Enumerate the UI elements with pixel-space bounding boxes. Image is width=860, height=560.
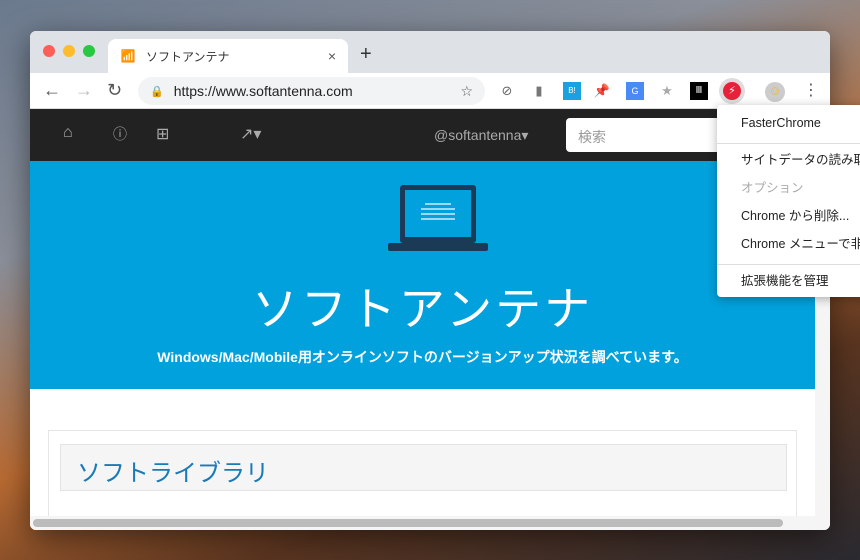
hero-banner: ソフトアンテナ Windows/Mac/Mobile用オンラインソフトのバージョ…: [30, 161, 815, 389]
antenna-favicon-icon: 📶: [120, 49, 136, 63]
block-extension-icon[interactable]: ⊘: [498, 82, 516, 100]
fasterchrome-extension-button[interactable]: ⚡: [719, 78, 745, 104]
profile-avatar[interactable]: ☺: [765, 82, 785, 102]
pin-extension-icon[interactable]: 📌: [593, 82, 611, 100]
home-icon[interactable]: ⌂: [63, 124, 73, 142]
menu-item-options: オプション: [741, 181, 804, 195]
star-extension-icon[interactable]: ★: [658, 82, 676, 100]
account-dropdown[interactable]: @softantenna▾: [434, 127, 528, 144]
translate-extension-icon[interactable]: G: [626, 82, 644, 100]
reload-button[interactable]: ↻: [107, 80, 122, 101]
bookmark-star-icon[interactable]: ☆: [460, 83, 473, 100]
url-text: https://www.softantenna.com: [173, 83, 353, 99]
info-icon[interactable]: ⓘ: [113, 124, 127, 144]
close-window-button[interactable]: [43, 45, 55, 57]
laptop-logo-icon: [388, 185, 488, 251]
back-button[interactable]: ←: [43, 80, 61, 101]
lightning-icon: ⚡: [723, 82, 741, 100]
archive-extension-icon[interactable]: Ⅲ: [690, 82, 708, 100]
minimize-window-button[interactable]: [63, 45, 75, 57]
bl-extension-icon[interactable]: B!: [563, 82, 581, 100]
tab-close-icon[interactable]: ×: [328, 48, 336, 64]
browser-toolbar: ← → ↻ 🔒 https://www.softantenna.com ☆ ⊘ …: [30, 73, 830, 109]
forward-button[interactable]: →: [75, 80, 93, 101]
menu-item-hide[interactable]: Chrome メニューで非表示: [717, 232, 860, 260]
menu-item-remove[interactable]: Chrome から削除...: [717, 204, 860, 232]
site-navbar: ⌂ ⓘ ⊞ ↗▾ @softantenna▾ 検索: [30, 109, 830, 161]
menu-divider: [717, 143, 860, 144]
software-library-panel: ソフトライブラリ: [48, 430, 797, 530]
extension-context-menu: FasterChrome サイトデータの読み取り オプション Chrome から…: [717, 105, 860, 297]
maximize-window-button[interactable]: [83, 45, 95, 57]
chrome-menu-button[interactable]: ⋮: [803, 80, 819, 100]
tab-title: ソフトアンテナ: [146, 49, 230, 64]
site-subtitle: Windows/Mac/Mobile用オンラインソフトのバージョンアップ状況を調…: [157, 349, 688, 365]
new-tab-button[interactable]: +: [360, 43, 372, 66]
lock-icon: 🔒: [150, 85, 164, 98]
windows-icon[interactable]: ⊞: [156, 124, 169, 144]
external-link-icon[interactable]: ↗▾: [240, 124, 261, 144]
tab-bar: 📶 ソフトアンテナ × +: [30, 31, 830, 73]
site-title: ソフトアンテナ: [251, 283, 594, 335]
horizontal-scrollbar[interactable]: [30, 516, 830, 530]
scrollbar-thumb[interactable]: [33, 519, 783, 527]
mail-extension-icon[interactable]: ▮: [530, 82, 548, 100]
menu-item-site-data[interactable]: サイトデータの読み取り: [717, 148, 860, 176]
browser-window: 📶 ソフトアンテナ × + ← → ↻ 🔒 https://www.softan…: [30, 31, 830, 530]
menu-item-manage-extensions[interactable]: 拡張機能を管理: [717, 269, 860, 297]
menu-item-extension-name[interactable]: FasterChrome: [717, 111, 860, 139]
tab-softantenna[interactable]: 📶 ソフトアンテナ ×: [108, 39, 348, 73]
address-bar[interactable]: 🔒 https://www.softantenna.com ☆: [138, 77, 485, 105]
section-title: ソフトライブラリ: [60, 444, 787, 491]
menu-divider: [717, 264, 860, 265]
